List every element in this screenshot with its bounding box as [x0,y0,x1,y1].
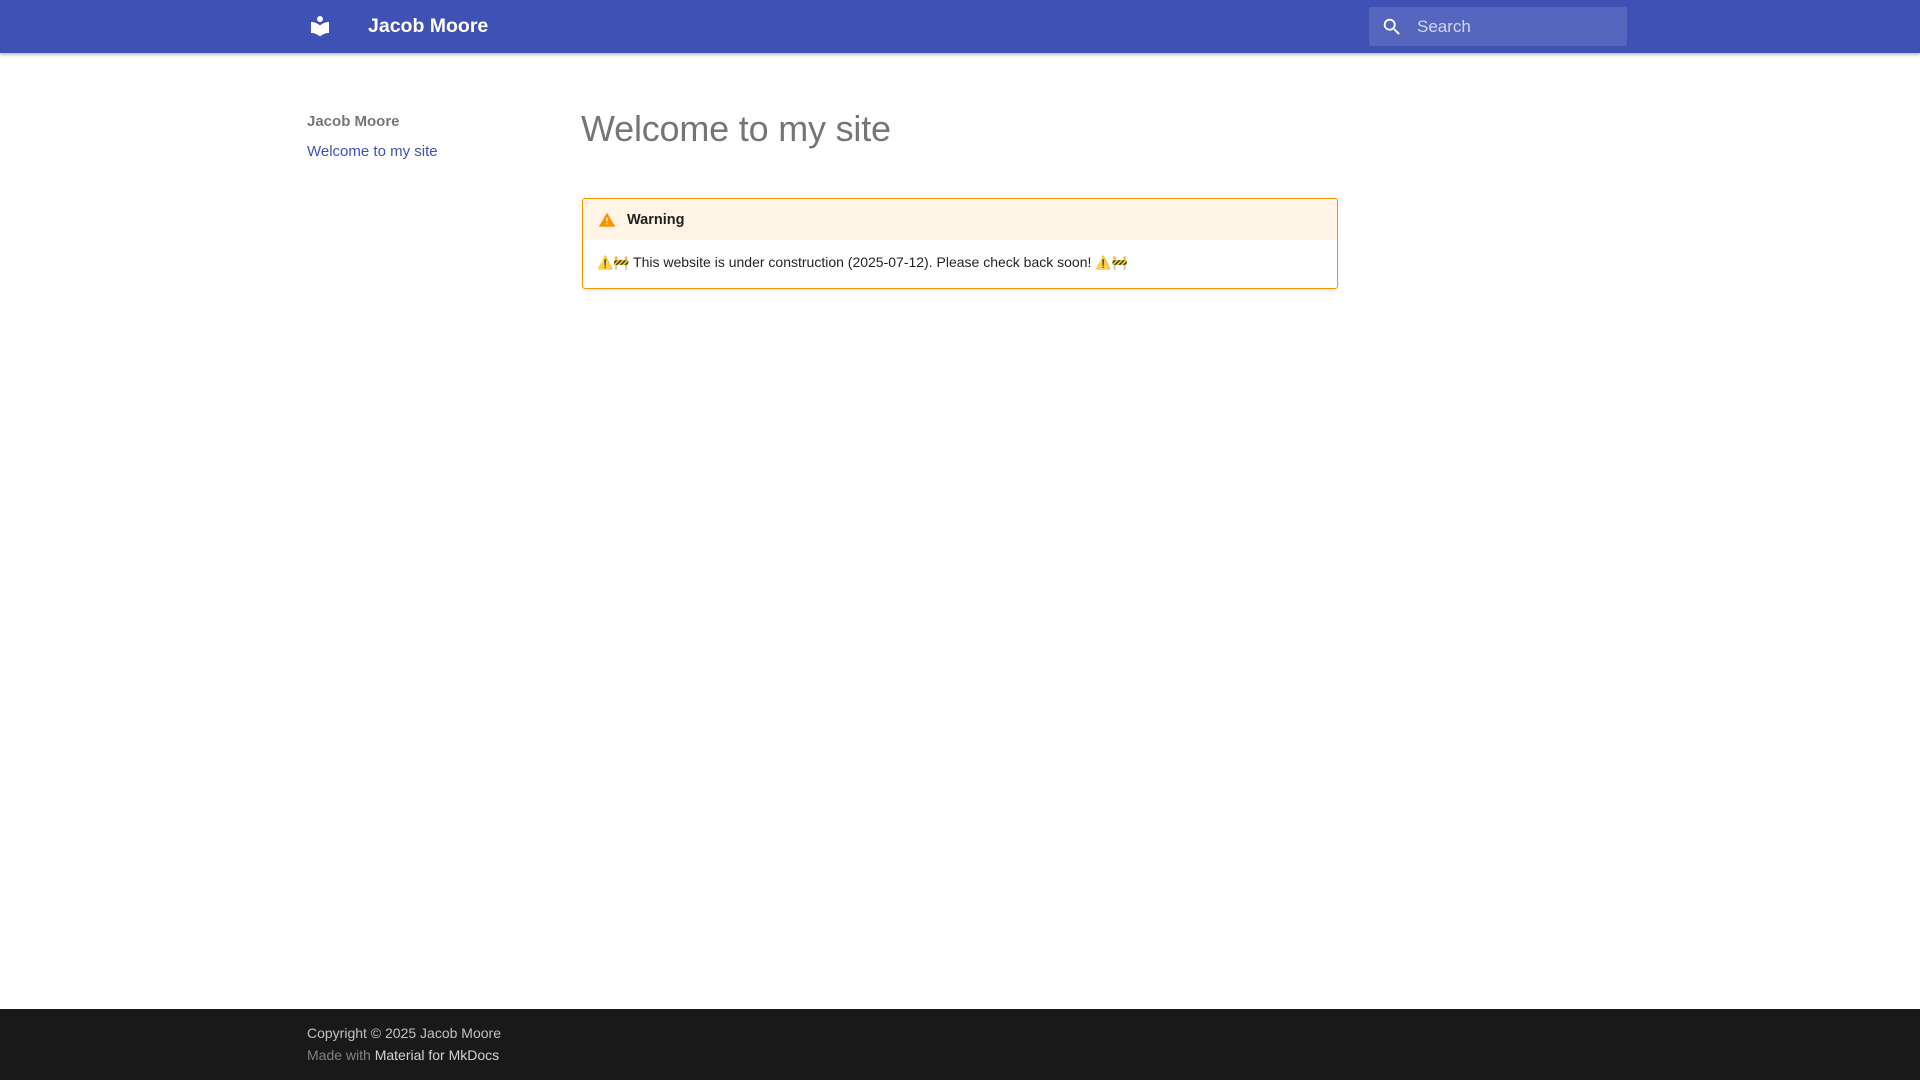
search-input[interactable] [1417,7,1617,46]
admonition-header: Warning [583,199,1337,240]
admonition-body: ⚠️🚧 This website is under construction (… [583,240,1337,270]
header-bar: Jacob Moore [0,0,1920,53]
site-title[interactable]: Jacob Moore [368,14,488,38]
material-for-mkdocs-link[interactable]: Material for MkDocs [375,1047,499,1063]
construction-message: This website is under construction (2025… [633,254,1092,270]
search-icon[interactable] [1381,16,1403,38]
copyright-text: Copyright © 2025 Jacob Moore [307,1025,501,1041]
search-box[interactable] [1369,7,1627,46]
warning-icon [598,212,616,227]
made-with-prefix: Made with [307,1047,371,1063]
page: Jacob Moore Jacob Moore Welcome to my si… [0,0,1920,1080]
construction-emoji-trailing: ⚠️🚧 [1095,255,1128,270]
made-with-text: Made with Material for MkDocs [307,1047,499,1063]
footer: Copyright © 2025 Jacob Moore Made with M… [0,1009,1920,1080]
sidebar-item-welcome[interactable]: Welcome to my site [307,143,438,160]
construction-emoji-leading: ⚠️🚧 [597,255,630,270]
sidebar-title: Jacob Moore [307,113,400,130]
warning-admonition: Warning ⚠️🚧 This website is under constr… [582,198,1338,289]
page-title: Welcome to my site [581,108,891,149]
book-open-icon[interactable] [306,14,334,38]
admonition-title: Warning [627,211,685,228]
